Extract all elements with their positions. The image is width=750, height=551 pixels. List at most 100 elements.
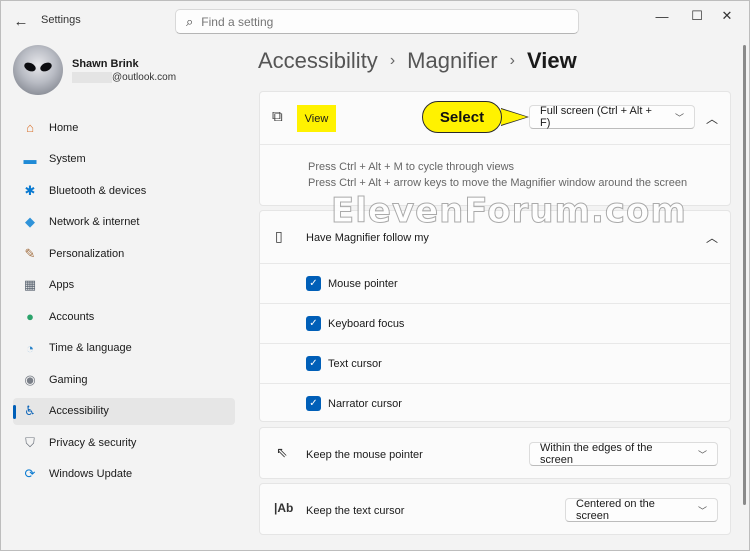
- avatar[interactable]: [13, 45, 63, 95]
- view-hint-1: Press Ctrl + Alt + M to cycle through vi…: [308, 161, 515, 173]
- follow-option-label: Text cursor: [328, 357, 382, 370]
- breadcrumb: Accessibility › Magnifier › View: [258, 48, 577, 74]
- breadcrumb-magnifier[interactable]: Magnifier: [407, 48, 497, 74]
- search-icon: ⌕: [186, 13, 194, 29]
- minimize-icon: —: [655, 8, 669, 24]
- sidebar-item-label: Accessibility: [49, 405, 109, 417]
- sidebar-item-privacy-security[interactable]: ⛉ Privacy & security: [13, 429, 235, 456]
- select-callout: Select: [422, 101, 502, 133]
- sidebar-item-label: Personalization: [49, 247, 125, 260]
- close-icon: ✕: [721, 8, 733, 23]
- checkbox-checked[interactable]: ✓: [306, 396, 321, 411]
- gaming-icon: ◉: [24, 371, 36, 387]
- sidebar-item-accounts[interactable]: ● Accounts: [13, 303, 235, 330]
- follow-option-narrator-cursor[interactable]: ✓ Narrator cursor: [260, 384, 730, 423]
- sidebar-item-home[interactable]: ⌂ Home: [13, 114, 235, 141]
- checkbox-checked[interactable]: ✓: [306, 276, 321, 291]
- sidebar-item-label: Privacy & security: [49, 436, 137, 449]
- collapse-view-button[interactable]: ︿: [698, 104, 726, 132]
- sidebar-item-label: Gaming: [49, 373, 88, 386]
- follow-option-mouse-pointer[interactable]: ✓ Mouse pointer: [260, 264, 730, 303]
- apps-icon: ▦: [23, 277, 37, 292]
- text-cursor-label: Keep the text cursor: [306, 505, 405, 517]
- chevron-up-icon: ︿: [705, 111, 718, 126]
- text-cursor-icon: |Ab: [274, 501, 294, 515]
- chevron-up-icon: ︿: [705, 230, 718, 245]
- collapse-follow-button[interactable]: ︿: [698, 223, 726, 251]
- mouse-pointer-dropdown[interactable]: Within the edges of the screen ﹀: [529, 442, 718, 466]
- scrollbar[interactable]: [743, 45, 746, 505]
- sidebar-item-network-internet[interactable]: ◆ Network & internet: [13, 209, 235, 236]
- sidebar-item-label: Time & language: [49, 342, 132, 354]
- close-button[interactable]: ✕: [712, 7, 742, 25]
- checkbox-checked[interactable]: ✓: [306, 316, 321, 331]
- sidebar-item-label: Network & internet: [49, 216, 140, 228]
- mouse-icon: ▯: [275, 228, 283, 244]
- sidebar-item-windows-update[interactable]: ⟳ Windows Update: [13, 461, 235, 488]
- chevron-down-icon: ﹀: [697, 505, 707, 516]
- follow-option-label: Narrator cursor: [328, 397, 402, 410]
- email-redaction: [72, 72, 112, 83]
- follow-card: ▯ Have Magnifier follow my ︿ ✓ Mouse poin…: [259, 210, 731, 422]
- checkbox-checked[interactable]: ✓: [306, 356, 321, 371]
- text-cursor-dropdown[interactable]: Centered on the screen ﹀: [565, 498, 718, 522]
- follow-option-label: Keyboard focus: [328, 317, 405, 330]
- view-label: View: [297, 105, 336, 132]
- sidebar: ⌂ Home ▬ System ✱ Bluetooth & devices ◆ Network…: [13, 114, 235, 492]
- app-title: Settings: [41, 14, 81, 26]
- settings-window: ← Settings ⌕ — ☐ ✕ Shawn Brink @outlook.…: [0, 0, 750, 551]
- sidebar-item-label: Bluetooth & devices: [49, 184, 147, 197]
- bluetooth-icon: ✱: [24, 182, 36, 198]
- magnifier-view-icon: ⧉: [272, 108, 283, 125]
- sidebar-item-label: Windows Update: [49, 468, 133, 480]
- callout-arrow: [501, 109, 527, 125]
- sidebar-item-label: Apps: [49, 279, 75, 291]
- user-name: Shawn Brink: [72, 58, 139, 70]
- minimize-button[interactable]: —: [647, 7, 677, 25]
- page-title: View: [526, 48, 577, 73]
- maximize-icon: ☐: [691, 8, 703, 23]
- chevron-right-icon: ›: [389, 52, 396, 69]
- text-cursor-value: Centered on the screen: [576, 498, 655, 522]
- sidebar-item-bluetooth-devices[interactable]: ✱ Bluetooth & devices: [13, 177, 235, 204]
- follow-option-text-cursor[interactable]: ✓ Text cursor: [260, 344, 730, 383]
- chevron-down-icon: ﹀: [674, 112, 684, 123]
- sidebar-item-personalization[interactable]: ✎ Personalization: [13, 240, 235, 267]
- view-mode-dropdown[interactable]: Full screen (Ctrl + Alt + F) ﹀: [529, 105, 695, 129]
- follow-label: Have Magnifier follow my: [306, 232, 429, 244]
- shield-icon: ⛉: [25, 434, 35, 450]
- windows-update-icon: ⟳: [24, 466, 36, 481]
- network-icon: ◆: [25, 214, 35, 229]
- search-box[interactable]: ⌕: [175, 9, 579, 34]
- sidebar-item-label: Home: [49, 121, 79, 134]
- personalization-icon: ✎: [24, 245, 36, 261]
- mouse-pointer-value: Within the edges of the screen: [540, 442, 653, 466]
- title-bar: ← Settings ⌕ — ☐ ✕: [1, 1, 749, 41]
- time-language-icon: ◔: [26, 340, 34, 356]
- breadcrumb-accessibility[interactable]: Accessibility: [258, 48, 378, 74]
- maximize-button[interactable]: ☐: [682, 7, 712, 25]
- accessibility-icon: ♿: [24, 403, 36, 418]
- search-input[interactable]: [201, 14, 542, 29]
- sidebar-item-accessibility[interactable]: ♿ Accessibility: [13, 397, 235, 425]
- view-mode-value: Full screen (Ctrl + Alt + F): [540, 105, 652, 129]
- follow-option-label: Mouse pointer: [328, 277, 398, 290]
- system-icon: ▬: [23, 151, 37, 167]
- sidebar-item-time-language[interactable]: ◔ Time & language: [13, 335, 235, 362]
- chevron-down-icon: ﹀: [697, 449, 707, 460]
- follow-option-keyboard-focus[interactable]: ✓ Keyboard focus: [260, 304, 730, 343]
- sidebar-item-label: System: [49, 153, 86, 165]
- mouse-pointer-label: Keep the mouse pointer: [306, 449, 423, 461]
- sidebar-item-apps[interactable]: ▦ Apps: [13, 272, 235, 299]
- pointer-arrow-icon: ⇖: [276, 444, 288, 460]
- sidebar-item-gaming[interactable]: ◉ Gaming: [13, 366, 235, 393]
- home-icon: ⌂: [26, 120, 34, 135]
- back-arrow-icon: ←: [13, 12, 29, 30]
- sidebar-item-system[interactable]: ▬ System: [13, 146, 235, 173]
- user-email: @outlook.com: [112, 72, 177, 83]
- mouse-pointer-card: ⇖ Keep the mouse pointer Within the edge…: [259, 427, 731, 479]
- chevron-right-icon: ›: [509, 52, 515, 69]
- sidebar-item-label: Accounts: [49, 310, 95, 323]
- back-button[interactable]: ←: [9, 9, 33, 33]
- watermark: ElevenForum.com: [331, 191, 687, 232]
